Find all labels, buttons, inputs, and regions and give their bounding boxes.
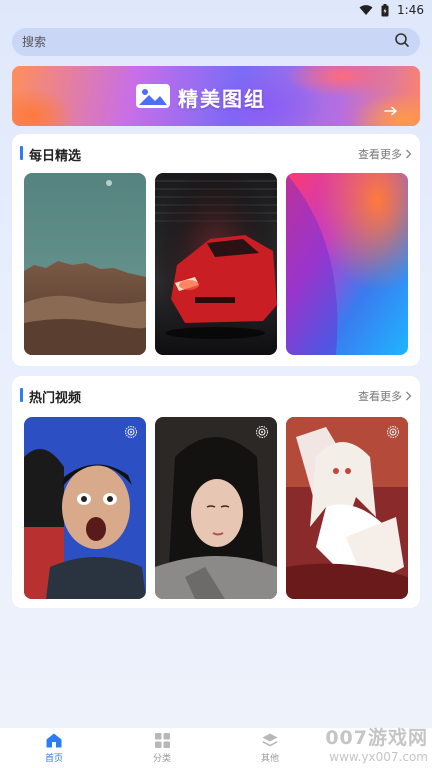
chevron-right-icon <box>406 149 412 159</box>
wallpaper-thumb-mountain[interactable] <box>24 173 146 355</box>
featured-banner[interactable]: 精美图组 <box>12 66 420 126</box>
status-bar: 1:46 <box>0 0 432 20</box>
section-marker <box>20 388 23 402</box>
daily-picks-card: 每日精选 查看更多 <box>12 134 420 366</box>
video-thumb-woman-portrait[interactable] <box>155 417 277 599</box>
live-photo-icon <box>386 425 400 439</box>
picture-icon <box>136 84 170 108</box>
layers-icon <box>262 733 278 746</box>
video-thumb-anime-girl[interactable] <box>286 417 408 599</box>
hot-videos-header: 热门视频 查看更多 <box>12 376 420 414</box>
hot-videos-title: 热门视频 <box>29 391 82 406</box>
chevron-right-icon <box>406 391 412 401</box>
battery-icon <box>381 3 389 17</box>
daily-picks-title: 每日精选 <box>29 149 82 164</box>
section-marker <box>20 146 23 160</box>
daily-picks-more-link[interactable]: 查看更多 <box>358 146 412 162</box>
search-input[interactable] <box>22 35 394 49</box>
video-thumb-surprised-man[interactable] <box>24 417 146 599</box>
grid-icon <box>154 732 170 748</box>
live-photo-icon <box>255 425 269 439</box>
wallpaper-thumb-red-car[interactable] <box>155 173 277 355</box>
daily-picks-header: 每日精选 查看更多 <box>12 134 420 172</box>
search-bar[interactable] <box>12 28 420 56</box>
watermark: 007游戏网 www.yx007.com <box>325 723 428 764</box>
tab-category[interactable]: 分类 <box>108 728 216 768</box>
more-label: 查看更多 <box>358 148 402 161</box>
status-time: 1:46 <box>397 3 424 17</box>
live-photo-icon <box>124 425 138 439</box>
banner-title: 精美图组 <box>178 87 266 111</box>
wifi-icon <box>359 4 373 16</box>
watermark-line2: www.yx007.com <box>329 750 428 764</box>
tab-home[interactable]: 首页 <box>0 728 108 768</box>
home-icon <box>46 733 62 747</box>
hot-videos-more-link[interactable]: 查看更多 <box>358 388 412 404</box>
arrow-right-icon <box>384 101 398 120</box>
wallpaper-thumb-gradient[interactable] <box>286 173 408 355</box>
search-icon[interactable] <box>394 32 410 52</box>
tab-home-label: 首页 <box>44 753 63 764</box>
hot-videos-card: 热门视频 查看更多 <box>12 376 420 608</box>
more-label: 查看更多 <box>358 390 402 403</box>
tab-category-label: 分类 <box>152 753 171 764</box>
watermark-line1: 007游戏网 <box>325 727 428 749</box>
tab-other-label: 其他 <box>260 753 279 764</box>
tab-other[interactable]: 其他 <box>216 728 324 768</box>
